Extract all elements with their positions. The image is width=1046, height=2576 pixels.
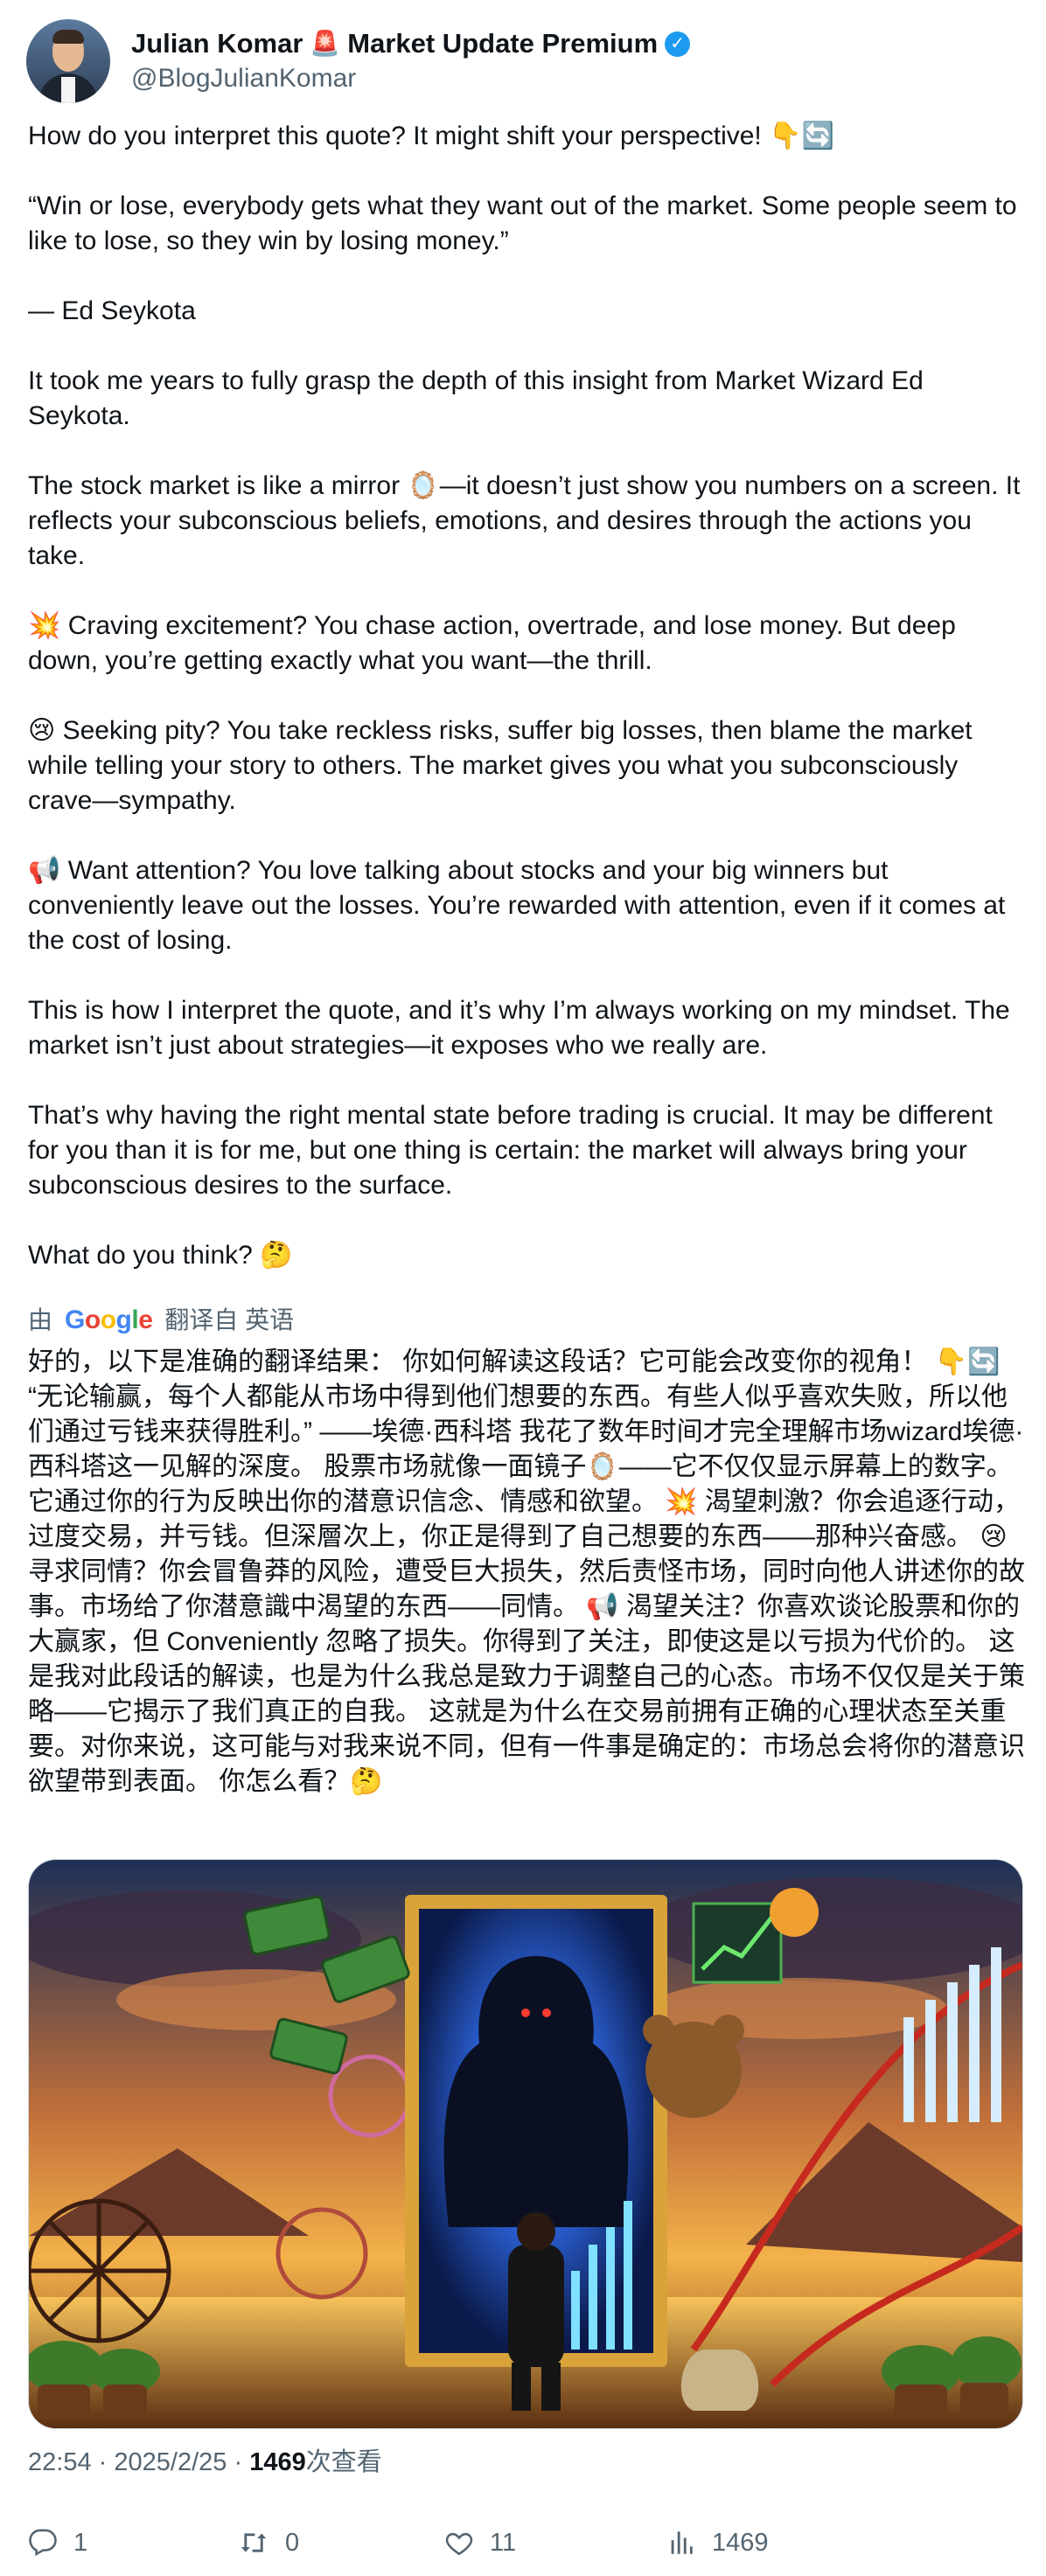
retweet-button[interactable]: 0	[238, 2517, 299, 2569]
paragraph: 😢 Seeking pity? You take reckless risks,…	[28, 716, 980, 815]
paragraph: That’s why having the right mental state…	[28, 1101, 1001, 1200]
author-title-suffix[interactable]: Market Update Premium	[347, 26, 658, 61]
bar-chart-icon	[671, 2531, 693, 2554]
paragraph: 💥 Craving excitement? You chase action, …	[28, 611, 964, 675]
google-logo[interactable]: Google	[65, 1303, 153, 1338]
tweet-date[interactable]: 2025/2/25	[114, 2448, 227, 2476]
tweet-text: How do you interpret this quote? It migh…	[28, 119, 1025, 1273]
retweet-count: 0	[285, 2528, 300, 2557]
author-handle[interactable]: @BlogJulianKomar	[131, 61, 690, 96]
tweet-meta: 22:54 · 2025/2/25 · 1469次查看	[28, 2445, 382, 2480]
siren-icon: 🚨	[310, 30, 341, 57]
tweet-page: Julian Komar 🚨 Market Update Premium ✓ @…	[0, 0, 1046, 2576]
translated-by-prefix: 由	[28, 1306, 53, 1333]
views-count: 1469	[249, 2448, 306, 2476]
reply-count: 1	[73, 2528, 88, 2557]
like-button[interactable]: 11	[444, 2517, 516, 2569]
author-block: Julian Komar 🚨 Market Update Premium ✓ @…	[131, 26, 691, 96]
translated-by-suffix: 翻译自 英语	[164, 1306, 295, 1333]
author-name[interactable]: Julian Komar	[131, 26, 303, 61]
views-button[interactable]: 1469	[666, 2517, 769, 2569]
paragraph: — Ed Seykota	[28, 296, 196, 325]
paragraph: 📢 Want attention? You love talking about…	[28, 856, 1013, 955]
author-name-row[interactable]: Julian Komar 🚨 Market Update Premium ✓	[131, 26, 691, 61]
paragraph: “Win or lose, everybody gets what they w…	[28, 191, 1024, 255]
views-action-count: 1469	[712, 2528, 769, 2557]
paragraph: It took me years to fully grasp the dept…	[28, 366, 931, 430]
views-label: 次查看	[305, 2448, 382, 2476]
paragraph: This is how I interpret the quote, and i…	[28, 996, 1018, 1060]
paragraph: How do you interpret this quote? It migh…	[28, 122, 834, 150]
meta-separator: ·	[98, 2448, 108, 2476]
reply-button[interactable]: 1	[28, 2517, 87, 2569]
translated-text: 好的，以下是准确的翻译结果： 你如何解读这段话？它可能会改变你的视角！ 👇🔄 “…	[28, 1347, 1025, 1796]
paragraph: The stock market is like a mirror 🪞—it d…	[28, 471, 1028, 570]
action-bar: 1 0 11 1469	[28, 2517, 1025, 2569]
tweet-header: Julian Komar 🚨 Market Update Premium ✓ @…	[26, 19, 691, 103]
tweet-time[interactable]: 22:54	[28, 2448, 92, 2476]
heart-icon	[445, 2532, 473, 2556]
like-count: 11	[490, 2528, 517, 2557]
tweet-image[interactable]	[28, 1859, 1023, 2429]
reply-icon	[29, 2529, 57, 2557]
retweet-icon	[241, 2533, 267, 2552]
avatar[interactable]	[26, 19, 110, 103]
verified-badge-icon: ✓	[665, 31, 691, 57]
meta-separator: ·	[234, 2448, 243, 2476]
paragraph: What do you think? 🤔	[28, 1241, 293, 1270]
translated-by-line: 由 Google 翻译自 英语	[28, 1303, 294, 1338]
